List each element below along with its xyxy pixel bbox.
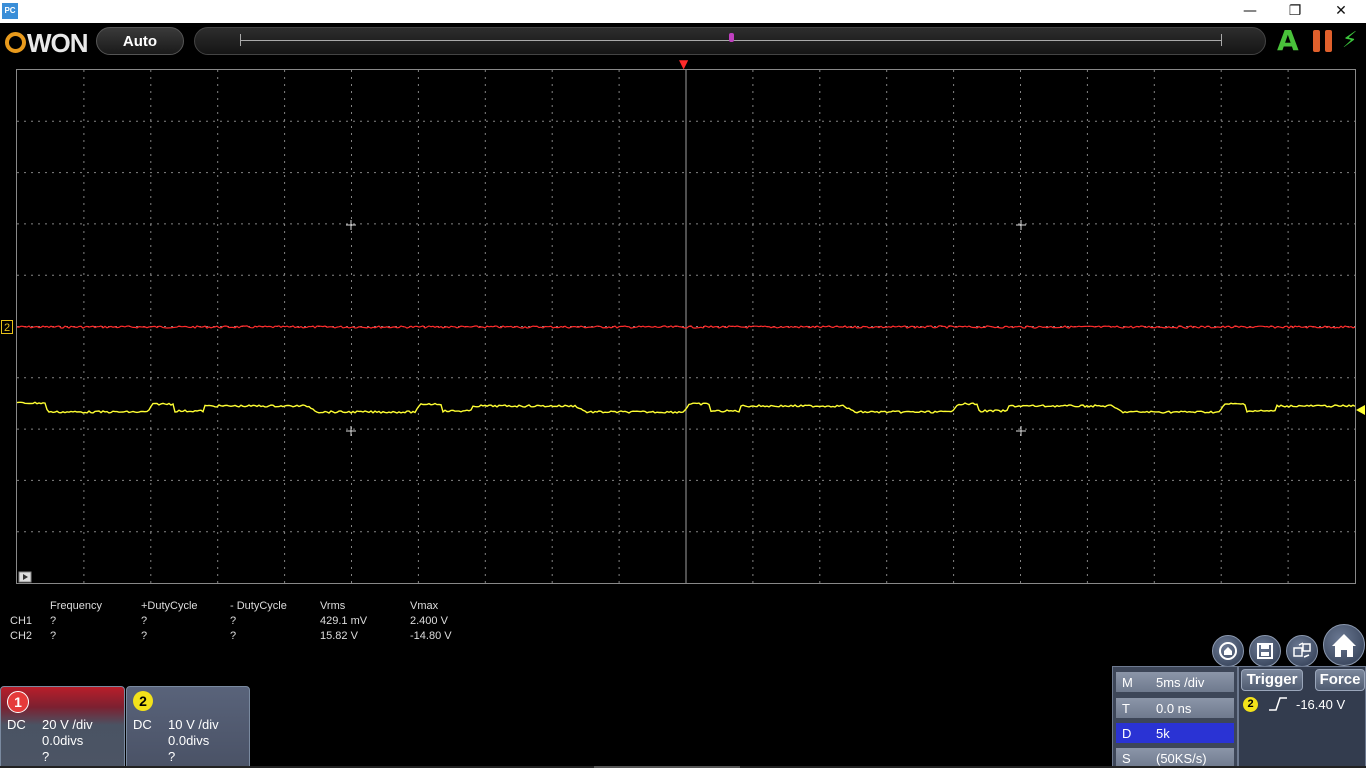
- restore-button[interactable]: ❐: [1272, 0, 1318, 23]
- meas-row-label: CH2: [10, 630, 33, 642]
- meas-row-label: CH1: [10, 615, 33, 627]
- meas-cell: 429.1 mV: [320, 615, 368, 627]
- force-button[interactable]: Force: [1315, 669, 1365, 691]
- grid-cross: [346, 220, 356, 230]
- ch1-badge: 1: [7, 691, 29, 713]
- swap-icon: [1293, 642, 1311, 658]
- grid-cross: [1016, 220, 1026, 230]
- pause-icon[interactable]: [1313, 30, 1333, 52]
- ch2-offset-marker[interactable]: 2: [1, 320, 13, 334]
- minimize-button[interactable]: —: [1227, 0, 1273, 23]
- trigger-settings-panel: Trigger Force 2 -16.40 V: [1238, 666, 1366, 768]
- waveform-canvas: [17, 70, 1355, 583]
- meas-cell: ?: [50, 630, 57, 642]
- reset-view-button[interactable]: [1212, 635, 1244, 667]
- owon-logo: WON: [5, 28, 93, 58]
- trigger-source-badge: 2: [1243, 697, 1258, 712]
- meas-header-neg-duty: - DutyCycle: [230, 600, 287, 612]
- meas-cell: -14.80 V: [410, 630, 452, 642]
- meas-header-frequency: Frequency: [50, 600, 102, 612]
- ch1-scale: 20 V /div: [42, 717, 93, 732]
- ch2-coupling: DC: [133, 717, 152, 732]
- horizontal-row-depth[interactable]: D 5k: [1116, 723, 1234, 743]
- power-bolt-icon[interactable]: ⚡: [1342, 28, 1362, 54]
- trigger-level-marker[interactable]: [1356, 405, 1365, 415]
- timeline-position-marker[interactable]: [729, 33, 734, 42]
- logo-text: WON: [27, 28, 89, 58]
- meas-cell: ?: [50, 615, 57, 627]
- trigger-position-marker[interactable]: ▼: [679, 57, 688, 71]
- ch2-offset: 0.0divs: [168, 733, 210, 748]
- horizontal-settings-panel: M 5ms /div T 0.0 ns D 5k S (50KS/s): [1112, 666, 1238, 768]
- oscilloscope-display[interactable]: [16, 69, 1356, 584]
- home-button[interactable]: [1323, 624, 1365, 666]
- ch1-offset: 0.0divs: [42, 733, 84, 748]
- meas-cell: 15.82 V: [320, 630, 358, 642]
- ch1-coupling: DC: [7, 717, 26, 732]
- timeline-end-tick: [1221, 34, 1222, 46]
- trigger-button[interactable]: Trigger: [1241, 669, 1303, 691]
- horizontal-row-main-timebase[interactable]: M 5ms /div: [1116, 672, 1234, 692]
- grid-cross: [346, 426, 356, 436]
- ch1-probe: ?: [42, 749, 50, 764]
- auto-button[interactable]: Auto: [96, 27, 184, 55]
- horizontal-row-sample-rate[interactable]: S (50KS/s): [1116, 748, 1234, 768]
- ch2-probe: ?: [168, 749, 176, 764]
- meas-cell: 2.400 V: [410, 615, 448, 627]
- logo-o-icon: [5, 32, 26, 53]
- save-button[interactable]: [1249, 635, 1281, 667]
- title-bar: PC — ❐ ✕: [0, 0, 1366, 23]
- trigger-level: -16.40 V: [1296, 697, 1346, 712]
- ch2-settings-panel[interactable]: 2 DC 10 V /div 0.0divs ?: [126, 686, 250, 768]
- meas-cell: ?: [230, 615, 237, 627]
- ch2-badge: 2: [133, 691, 153, 711]
- meas-cell: ?: [141, 615, 148, 627]
- timebase-position-bar[interactable]: [194, 27, 1266, 55]
- grid-cross: [1016, 426, 1026, 436]
- meas-header-pos-duty: +DutyCycle: [141, 600, 198, 612]
- auto-measure-icon[interactable]: A: [1277, 27, 1301, 55]
- swap-button[interactable]: [1286, 635, 1318, 667]
- app-icon: PC: [2, 3, 18, 19]
- meas-cell: ?: [230, 630, 237, 642]
- top-toolbar: WON Auto: [0, 23, 1366, 60]
- meas-header-vmax: Vmax: [410, 600, 439, 612]
- meas-header-vrms: Vrms: [320, 600, 346, 612]
- ch1-settings-panel[interactable]: 1 DC 20 V /div 0.0divs ?: [0, 686, 125, 768]
- meas-cell: ?: [141, 630, 148, 642]
- rising-edge-icon: [1269, 697, 1287, 711]
- save-icon: [1257, 643, 1273, 659]
- close-button[interactable]: ✕: [1318, 0, 1364, 23]
- ch2-scale: 10 V /div: [168, 717, 219, 732]
- timeline-start-tick: [240, 34, 241, 46]
- horizontal-row-trigger-offset[interactable]: T 0.0 ns: [1116, 698, 1234, 718]
- reset-icon: [1219, 642, 1237, 660]
- home-icon: [1332, 634, 1356, 657]
